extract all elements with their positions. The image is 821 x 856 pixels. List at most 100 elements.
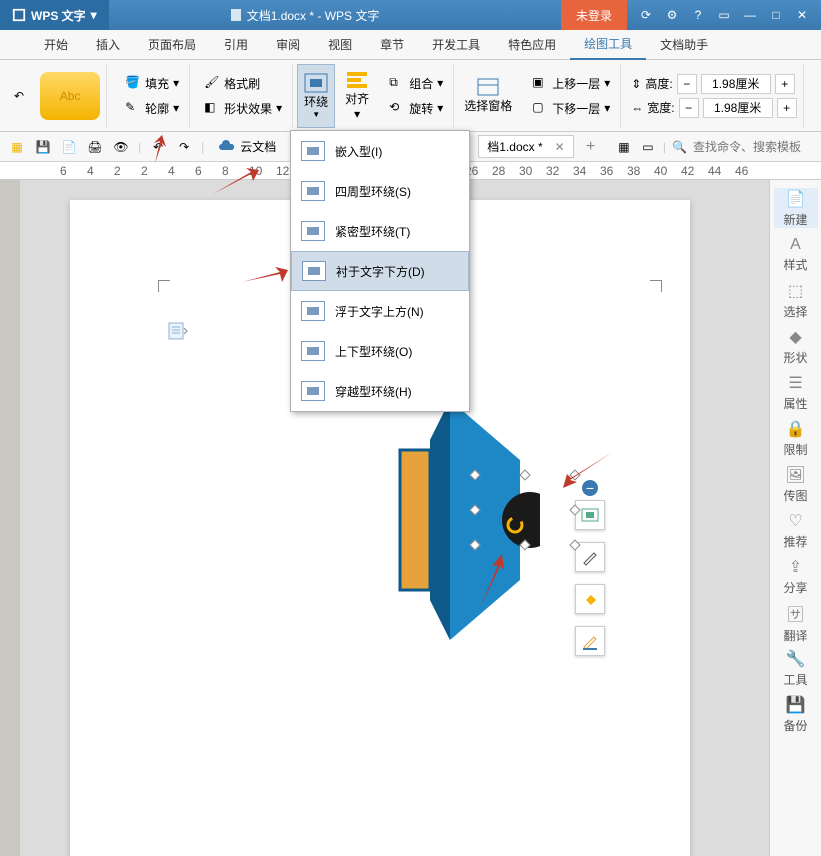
preview-icon[interactable]: 👁: [112, 138, 130, 156]
shape-style-button[interactable]: Abc: [40, 72, 100, 120]
inline-icon: [581, 508, 599, 522]
pen-icon: [581, 632, 599, 650]
wrap-option-5[interactable]: 上下型环绕(O): [291, 331, 469, 371]
close-icon[interactable]: ✕: [793, 6, 811, 24]
arrow-annotation: [240, 262, 290, 292]
height-control: ⇕高度: − +: [631, 74, 796, 94]
print-icon[interactable]: 🖨: [86, 138, 104, 156]
wrap-option-1[interactable]: 四周型环绕(S): [291, 171, 469, 211]
sidebar-icon: 🔒: [786, 419, 806, 439]
sidebar-2[interactable]: ⬚选择: [774, 280, 818, 320]
effect-icon: ◧: [204, 100, 220, 116]
sidebar-icon: 🈂: [787, 601, 803, 625]
arrow-annotation: [470, 550, 510, 610]
maximize-icon[interactable]: □: [767, 6, 785, 24]
rotate-handle-icon[interactable]: [505, 515, 525, 535]
tab-0[interactable]: 开始: [30, 30, 82, 60]
sidebar-3[interactable]: ◆形状: [774, 326, 818, 366]
view-icon[interactable]: ▭: [639, 138, 657, 156]
app-logo[interactable]: WPS 文字 ▾: [0, 0, 109, 30]
close-tab-icon[interactable]: ✕: [555, 140, 565, 154]
help-icon[interactable]: ?: [689, 6, 707, 24]
width-minus[interactable]: −: [679, 98, 699, 118]
height-minus[interactable]: −: [677, 74, 697, 94]
tab-5[interactable]: 视图: [314, 30, 366, 60]
layout-option-button[interactable]: [575, 500, 605, 530]
width-plus[interactable]: +: [777, 98, 797, 118]
search-icon[interactable]: 🔍: [672, 140, 687, 154]
tab-8[interactable]: 特色应用: [494, 30, 570, 60]
sidebar-10[interactable]: 🔧工具: [774, 648, 818, 688]
height-icon: ⇕: [631, 77, 641, 91]
open-icon[interactable]: 📄: [60, 138, 78, 156]
rotate-icon: ⟲: [389, 100, 405, 116]
sidebar-11[interactable]: 💾备份: [774, 694, 818, 734]
send-backward-button[interactable]: ▢下移一层 ▾: [528, 98, 614, 119]
tab-4[interactable]: 审阅: [262, 30, 314, 60]
selection-pane-button[interactable]: 选择窗格: [458, 64, 518, 128]
outline-option-button[interactable]: [575, 626, 605, 656]
title-bar: WPS 文字 ▾ 文档1.docx * - WPS 文字 未登录 ⟳ ⚙ ? ▭…: [0, 0, 821, 30]
sidebar-1[interactable]: A样式: [774, 234, 818, 274]
wrap-option-6[interactable]: 穿越型环绕(H): [291, 371, 469, 411]
outline-button[interactable]: ✎轮廓 ▾: [121, 98, 183, 119]
wrap-icon: [304, 73, 328, 93]
bucket-icon: 🪣: [125, 75, 141, 91]
fill-button[interactable]: 🪣填充 ▾: [121, 73, 183, 94]
sync-icon[interactable]: ⟳: [637, 6, 655, 24]
wrap-option-3[interactable]: 衬于文字下方(D): [291, 251, 469, 291]
format-painter-button[interactable]: 🖌格式刷: [200, 73, 286, 94]
save-icon[interactable]: 💾: [34, 138, 52, 156]
sidebar-4[interactable]: ☰属性: [774, 372, 818, 412]
settings-icon[interactable]: ⚙: [663, 6, 681, 24]
shape-effect-button[interactable]: ◧形状效果 ▾: [200, 98, 286, 119]
ribbon-tabs: 开始插入页面布局引用审阅视图章节开发工具特色应用绘图工具文档助手: [0, 30, 821, 60]
bring-forward-button[interactable]: ▣上移一层 ▾: [528, 73, 614, 94]
group-button[interactable]: ⧉组合 ▾: [385, 73, 447, 94]
sidebar-9[interactable]: 🈂翻译: [774, 602, 818, 642]
new-icon[interactable]: ▦: [8, 138, 26, 156]
cloud-doc-button[interactable]: 云文档: [212, 136, 282, 157]
add-tab-icon[interactable]: +: [582, 138, 600, 156]
width-input[interactable]: [703, 98, 773, 118]
sidebar-5[interactable]: 🔒限制: [774, 418, 818, 458]
cloud-icon: [218, 140, 236, 154]
sidebar-icon: ♡: [788, 511, 802, 531]
bucket-icon: [581, 590, 599, 608]
sidebar-7[interactable]: ♡推荐: [774, 510, 818, 550]
tab-6[interactable]: 章节: [366, 30, 418, 60]
wrap-option-0[interactable]: 嵌入型(I): [291, 131, 469, 171]
collapse-button[interactable]: −: [582, 480, 598, 496]
login-button[interactable]: 未登录: [561, 0, 627, 30]
fill-option-button[interactable]: [575, 584, 605, 614]
tab-3[interactable]: 引用: [210, 30, 262, 60]
sidebar-0[interactable]: 📄新建: [774, 188, 818, 228]
tab-7[interactable]: 开发工具: [418, 30, 494, 60]
wrap-option-4[interactable]: 浮于文字上方(N): [291, 291, 469, 331]
tab-1[interactable]: 插入: [82, 30, 134, 60]
doc-indicator-icon[interactable]: [168, 322, 190, 343]
align-button[interactable]: 对齐 ▾: [339, 64, 375, 128]
wrap-button[interactable]: 环绕▼: [297, 64, 335, 128]
grid-icon[interactable]: ▦: [615, 138, 633, 156]
search-input[interactable]: [693, 140, 813, 154]
undo-button[interactable]: ↶: [14, 89, 24, 103]
wrap-option-icon: [302, 261, 326, 281]
float-toolbar: [575, 500, 605, 656]
restore-icon[interactable]: ▭: [715, 6, 733, 24]
minimize-icon[interactable]: —: [741, 6, 759, 24]
sidebar-8[interactable]: ⇪分享: [774, 556, 818, 596]
sidebar-icon: A: [790, 236, 801, 254]
tab-9[interactable]: 绘图工具: [570, 30, 646, 60]
height-plus[interactable]: +: [775, 74, 795, 94]
height-input[interactable]: [701, 74, 771, 94]
width-control: ⇔宽度: − +: [631, 98, 796, 118]
search-box: ▦ ▭ | 🔍: [615, 138, 813, 156]
doc-tab[interactable]: 档1.docx *✕: [478, 135, 573, 158]
wrap-option-2[interactable]: 紧密型环绕(T): [291, 211, 469, 251]
sidebar-6[interactable]: 🖼传图: [774, 464, 818, 504]
tab-2[interactable]: 页面布局: [134, 30, 210, 60]
rotate-button[interactable]: ⟲旋转 ▾: [385, 98, 447, 119]
tab-10[interactable]: 文档助手: [646, 30, 722, 60]
edit-option-button[interactable]: [575, 542, 605, 572]
